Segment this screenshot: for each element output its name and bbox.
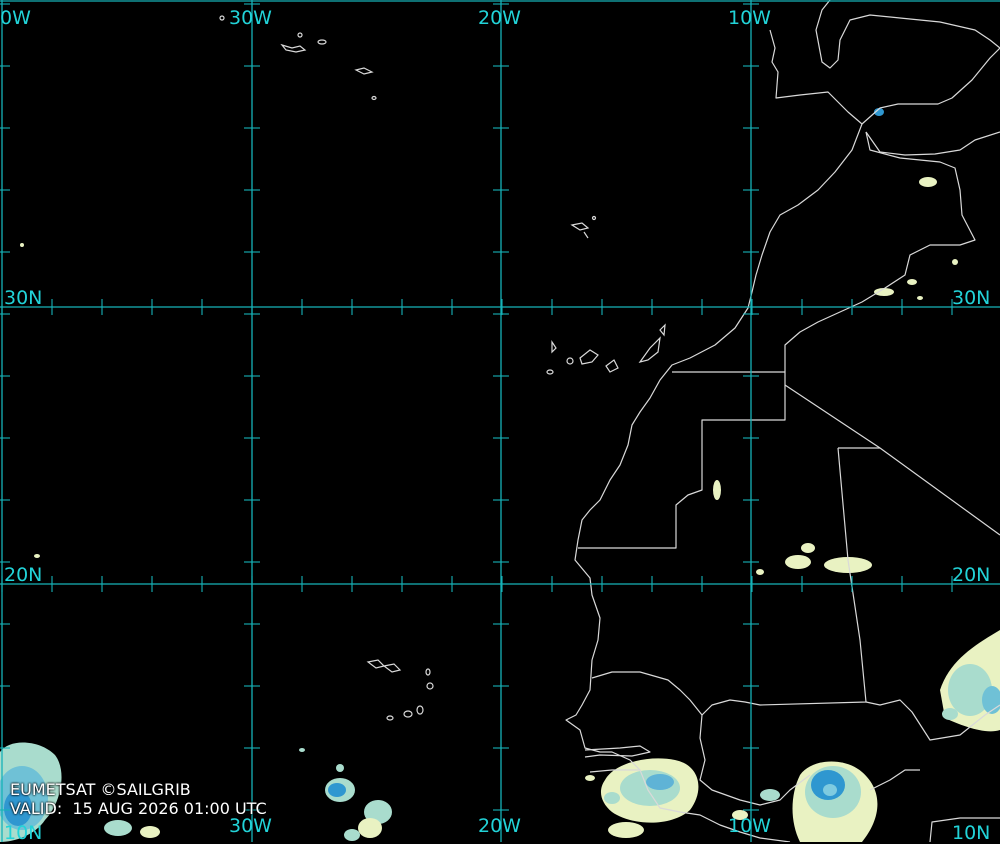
lat-label-left-10n: 10N — [4, 822, 43, 844]
lat-label-left-30n: 30N — [4, 287, 43, 309]
credit-valid-time: VALID: 15 AUG 2026 01:00 UTC — [10, 799, 267, 818]
lon-label-top-3: 10W — [728, 7, 771, 29]
lon-label-bottom-30w: 30W — [229, 815, 272, 837]
lon-label-top-1: 30W — [229, 7, 272, 29]
map-background — [0, 0, 1000, 842]
lon-label-top-2: 20W — [478, 7, 521, 29]
lon-label-bottom-20w: 20W — [478, 815, 521, 837]
lat-label-right-20n: 20N — [952, 564, 991, 586]
satellite-map — [0, 0, 1000, 842]
lon-label-bottom-10w: 10W — [728, 815, 771, 837]
lat-label-left-20n: 20N — [4, 564, 43, 586]
lat-label-right-30n: 30N — [952, 287, 991, 309]
credit-source: EUMETSAT ©SAILGRIB — [10, 780, 191, 799]
lat-label-right-10n: 10N — [952, 822, 991, 844]
lon-label-top-0: 0W — [0, 7, 31, 29]
